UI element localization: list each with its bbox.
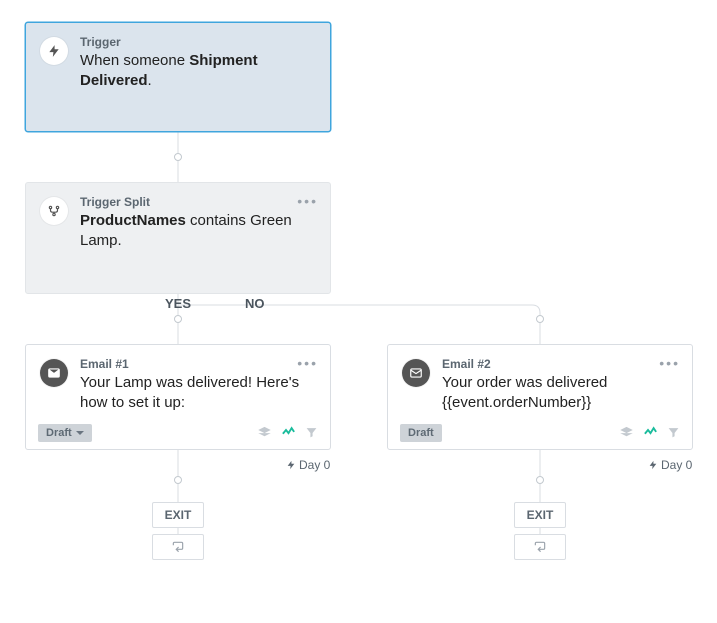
analytics-icon[interactable] — [281, 425, 296, 440]
layers-icon[interactable] — [257, 425, 272, 440]
branch-no-label: NO — [245, 296, 265, 311]
more-menu-icon[interactable]: ••• — [659, 355, 680, 371]
email-yes-caption: Email #1 — [80, 357, 316, 371]
layers-icon[interactable] — [619, 425, 634, 440]
branch-icon — [40, 197, 68, 225]
draft-badge[interactable]: Draft — [38, 424, 92, 442]
filter-icon[interactable] — [305, 426, 318, 439]
email-no-description: Your order was delivered {{event.orderNu… — [442, 373, 678, 414]
draft-label: Draft — [408, 427, 434, 439]
caret-down-icon — [76, 431, 84, 435]
branch-yes-label: YES — [165, 296, 191, 311]
mail-icon — [402, 359, 430, 387]
filter-icon[interactable] — [667, 426, 680, 439]
split-caption: Trigger Split — [80, 195, 316, 209]
draft-label: Draft — [46, 427, 72, 439]
bolt-icon — [40, 37, 68, 65]
email-no-caption: Email #2 — [442, 357, 678, 371]
trigger-description: When someone Shipment Delivered. — [80, 51, 316, 92]
day-label-no: Day 0 — [648, 458, 692, 472]
analytics-icon[interactable] — [643, 425, 658, 440]
more-menu-icon[interactable]: ••• — [297, 355, 318, 371]
split-node[interactable]: Trigger Split ProductNames contains Gree… — [25, 182, 331, 294]
draft-badge: Draft — [400, 424, 442, 442]
email-yes-description: Your Lamp was delivered! Here's how to s… — [80, 373, 316, 414]
trigger-caption: Trigger — [80, 35, 316, 49]
mail-icon — [40, 359, 68, 387]
day-label-yes: Day 0 — [286, 458, 330, 472]
more-menu-icon[interactable]: ••• — [297, 193, 318, 209]
email-yes-node[interactable]: Email #1 Your Lamp was delivered! Here's… — [25, 344, 331, 450]
trigger-node[interactable]: Trigger When someone Shipment Delivered. — [25, 22, 331, 132]
exit-button[interactable]: EXIT — [514, 502, 566, 528]
split-description: ProductNames contains Green Lamp. — [80, 211, 316, 252]
loop-button[interactable] — [514, 534, 566, 560]
email-no-node[interactable]: Email #2 Your order was delivered {{even… — [387, 344, 693, 450]
exit-button[interactable]: EXIT — [152, 502, 204, 528]
loop-button[interactable] — [152, 534, 204, 560]
